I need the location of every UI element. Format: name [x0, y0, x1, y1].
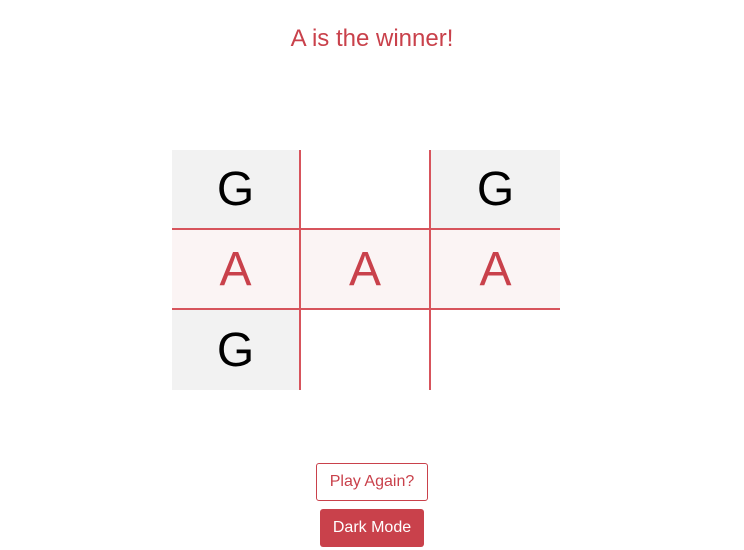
game-app: A is the winner! G G A A A G Play Again?… [0, 0, 744, 550]
play-again-button[interactable]: Play Again? [316, 463, 428, 501]
board-cell-0-2[interactable]: G [431, 150, 560, 230]
game-controls: Play Again? Dark Mode [0, 463, 744, 547]
board-cell-1-0[interactable]: A [172, 230, 301, 310]
board-cell-2-0[interactable]: G [172, 310, 301, 390]
dark-mode-button[interactable]: Dark Mode [320, 509, 424, 547]
board-cell-1-1[interactable]: A [301, 230, 431, 310]
board-cell-1-2[interactable]: A [431, 230, 560, 310]
board-cell-0-1[interactable] [301, 150, 431, 230]
board-cell-2-1[interactable] [301, 310, 431, 390]
board-cell-2-2[interactable] [431, 310, 560, 390]
game-board: G G A A A G [172, 150, 560, 390]
board-cell-0-0[interactable]: G [172, 150, 301, 230]
winner-message: A is the winner! [290, 25, 454, 52]
